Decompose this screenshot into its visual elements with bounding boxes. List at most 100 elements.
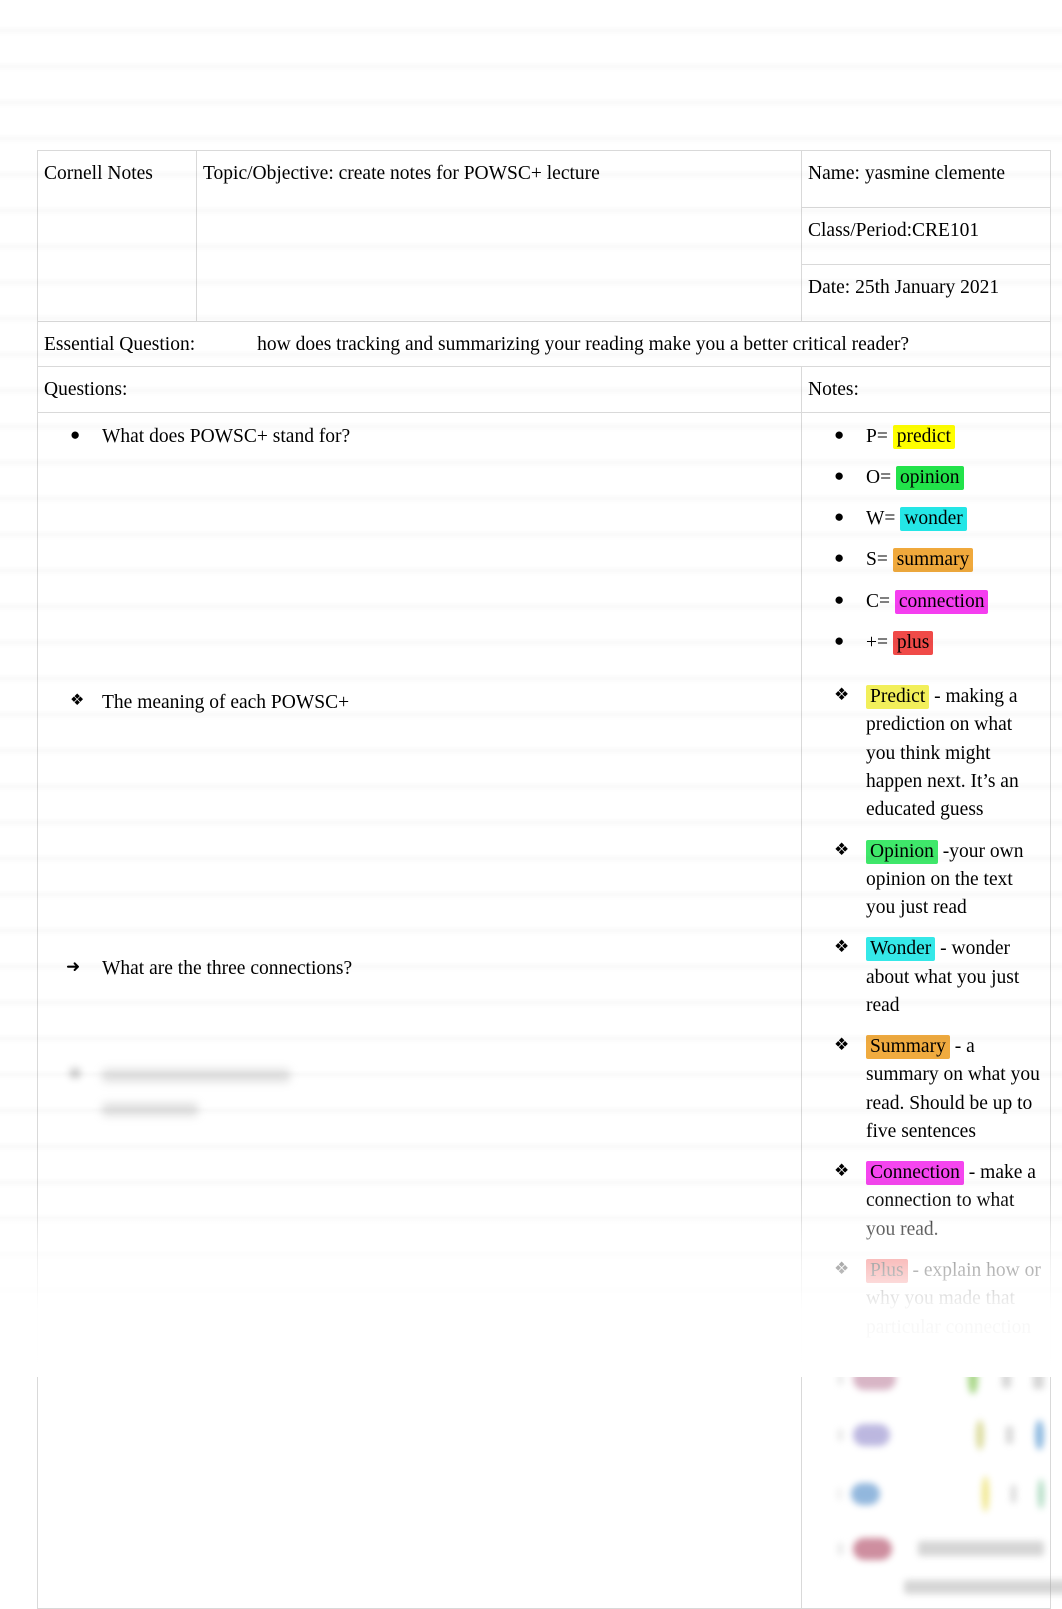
- obscured-connection-row: [808, 1537, 1044, 1560]
- term-wonder: Wonder: [866, 937, 936, 962]
- essential-question-row: Essential Question: how does tracking and…: [37, 320, 1051, 368]
- list-item: ● P= predict: [808, 423, 1044, 451]
- emoji-icon: [982, 1475, 990, 1512]
- list-item: ❖ Opinion -your own opinion on the text …: [808, 838, 1044, 923]
- bullet-diamond-icon: ❖: [834, 1259, 850, 1278]
- header-row: Cornell Notes Topic/Objective: create no…: [37, 150, 1051, 322]
- emoji-icon: [1035, 1419, 1044, 1450]
- list-item: ❖ The meaning of each POWSC+: [44, 689, 795, 717]
- obscured-highlight-bar: [852, 1423, 890, 1446]
- bullet-disc-icon: ●: [70, 1063, 81, 1083]
- essential-question-text: how does tracking and summarizing your r…: [257, 334, 910, 355]
- highlight-predict: predict: [892, 424, 955, 449]
- name-cell: Name: yasmine clemente: [801, 150, 1051, 208]
- list-item: ● What does POWSC+ stand for?: [44, 423, 795, 451]
- notes-header-cell: Notes:: [801, 366, 1051, 413]
- obscured-row-number: [838, 1542, 843, 1555]
- bullet-disc-icon: ●: [834, 507, 845, 527]
- obscured-text-line: [102, 1103, 198, 1117]
- bullet-disc-icon: ●: [834, 630, 845, 650]
- question-text: The meaning of each POWSC+: [102, 691, 350, 713]
- question-text: What does POWSC+ stand for?: [102, 425, 351, 447]
- questions-spacer-3: [44, 996, 795, 1048]
- bullet-disc-icon: ●: [834, 465, 845, 485]
- acronym-letter: +=: [866, 631, 888, 653]
- highlight-wonder: wonder: [900, 507, 967, 532]
- essential-question-label: Essential Question:: [44, 334, 196, 355]
- highlight-plus: plus: [892, 630, 934, 655]
- highlight-connection: connection: [894, 589, 989, 614]
- obscured-row-number: [838, 1428, 843, 1441]
- term-opinion: Opinion: [866, 839, 938, 864]
- list-item: ❖ Plus - explain how or why you made tha…: [808, 1257, 1044, 1342]
- list-item: ● O= opinion: [808, 464, 1044, 492]
- highlight-summary: summary: [892, 548, 974, 573]
- obscured-connection-row: [808, 1419, 1044, 1450]
- bullet-diamond-icon: ❖: [70, 691, 85, 709]
- questions-header-cell: Questions:: [37, 366, 802, 413]
- list-item: ❖ Connection - make a connection to what…: [808, 1159, 1044, 1244]
- obscured-row-number: [838, 1372, 844, 1385]
- acronym-letter: P=: [866, 425, 888, 447]
- term-connection: Connection: [866, 1161, 964, 1186]
- bullet-arrow-icon: ➜: [66, 957, 81, 977]
- emoji-icon: [968, 1363, 978, 1394]
- obscured-connections-block: [808, 1363, 1062, 1600]
- term-predict: Predict: [866, 685, 930, 710]
- bullet-diamond-icon: ❖: [834, 1161, 850, 1181]
- acronym-letter: O=: [866, 466, 892, 488]
- bullet-disc-icon: ●: [70, 424, 81, 444]
- questions-list: ● What does POWSC+ stand for? ❖ The mean…: [44, 423, 795, 1118]
- list-item: ➜ What are the three connections?: [44, 955, 795, 983]
- cornell-notes-label: Cornell Notes: [44, 163, 153, 184]
- obscured-row-number: [838, 1487, 842, 1500]
- acronym-list: ● P= predict ● O= opinion ● W= wonder ● …: [808, 423, 1044, 658]
- term-summary: Summary: [866, 1035, 950, 1060]
- bullet-diamond-icon: ❖: [834, 839, 850, 859]
- obscured-text-line: [918, 1541, 1044, 1557]
- date-cell: Date: 25th January 2021: [801, 264, 1051, 322]
- bullet-diamond-icon: ❖: [834, 685, 850, 705]
- list-item: ❖ Predict - making a prediction on what …: [808, 683, 1044, 824]
- date-value: Date: 25th January 2021: [808, 277, 1000, 298]
- questions-spacer-2: [44, 730, 795, 942]
- obscured-text-line: [102, 1069, 290, 1083]
- acronym-letter: C=: [866, 590, 891, 612]
- bullet-disc-icon: ●: [834, 548, 845, 568]
- obscured-question-item: ●: [44, 1061, 795, 1118]
- obscured-connection-row: [808, 1363, 1044, 1394]
- bullet-disc-icon: ●: [834, 589, 845, 609]
- column-headers-row: Questions: Notes:: [37, 366, 1051, 413]
- list-item: ● S= summary: [808, 546, 1044, 574]
- obscured-trailing-line: [808, 1574, 1062, 1600]
- list-item: ● W= wonder: [808, 505, 1044, 533]
- student-name: Name: yasmine clemente: [808, 163, 1006, 184]
- bullet-disc-icon: ●: [834, 424, 845, 444]
- list-item: ● C= connection: [808, 588, 1044, 616]
- obscured-text-line: [904, 1580, 1062, 1595]
- notes-column: ● P= predict ● O= opinion ● W= wonder ● …: [801, 411, 1062, 1609]
- obscured-text-line: [1002, 1369, 1011, 1388]
- cornell-notes-table: Cornell Notes Topic/Objective: create no…: [37, 150, 1062, 1609]
- obscured-text-line: [1006, 1425, 1014, 1444]
- obscured-highlight-bar: [851, 1482, 881, 1505]
- emoji-icon: [1038, 1478, 1044, 1509]
- body-row: ● What does POWSC+ stand for? ❖ The mean…: [37, 411, 1062, 1609]
- class-period: Class/Period:CRE101: [808, 220, 980, 241]
- definitions-list: ❖ Predict - making a prediction on what …: [808, 683, 1044, 1342]
- list-item: ● += plus: [808, 629, 1044, 657]
- essential-question-cell: Essential Question: how does tracking and…: [37, 320, 1051, 368]
- notes-header: Notes:: [808, 379, 859, 401]
- acronym-letter: W=: [866, 508, 896, 530]
- bullet-diamond-icon: ❖: [834, 937, 850, 957]
- obscured-connection-row: [808, 1475, 1044, 1512]
- obscured-highlight-bar: [852, 1537, 893, 1560]
- list-item: ❖ Wonder - wonder about what you just re…: [808, 935, 1044, 1020]
- questions-column: ● What does POWSC+ stand for? ❖ The mean…: [37, 411, 802, 1609]
- cornell-notes-label-cell: Cornell Notes: [37, 150, 197, 322]
- question-text: What are the three connections?: [102, 958, 353, 980]
- topic-objective-cell: Topic/Objective: create notes for POWSC+…: [196, 150, 802, 322]
- class-period-cell: Class/Period:CRE101: [801, 207, 1051, 265]
- document-page: Cornell Notes Topic/Objective: create no…: [0, 0, 1062, 1609]
- obscured-text-line: [1032, 1368, 1044, 1389]
